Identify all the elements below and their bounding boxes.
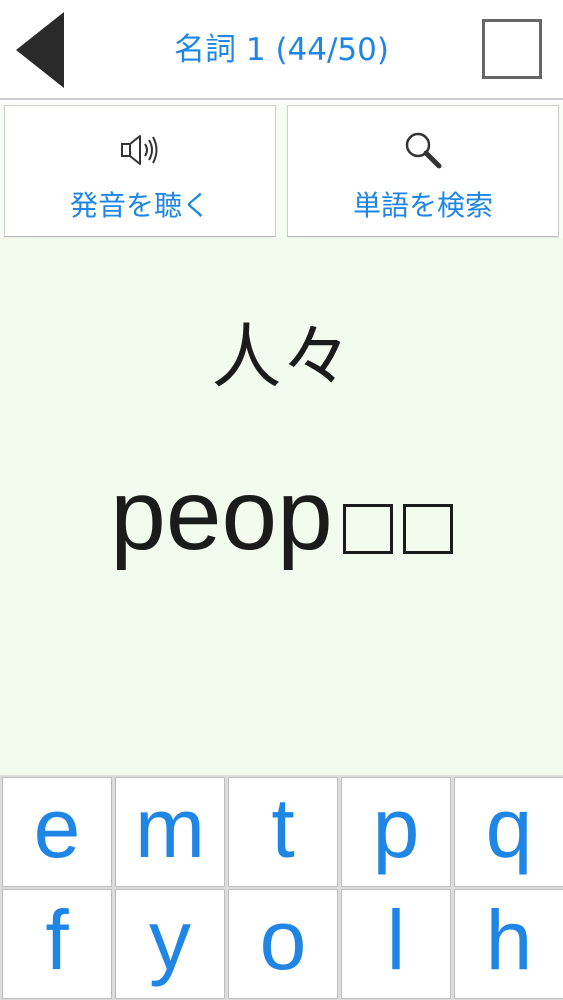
answer-blank [402,504,453,554]
key-letter[interactable]: p [341,777,451,887]
key-letter[interactable]: t [228,777,338,887]
checkbox-icon[interactable] [482,19,542,79]
key-letter[interactable]: h [454,889,563,999]
key-letter[interactable]: f [2,889,112,999]
header-bar: 名詞 1 (44/50) [0,0,563,100]
search-label: 単語を検索 [352,189,493,222]
key-letter[interactable]: q [454,777,563,887]
magnifier-icon [399,128,447,172]
key-letter[interactable]: e [2,777,112,887]
search-button[interactable]: 単語を検索 [287,105,559,237]
answer-typed-letters: peop [110,459,333,571]
key-letter[interactable]: o [228,889,338,999]
listen-label: 発音を聴く [69,189,210,222]
back-triangle-icon[interactable] [12,10,68,90]
actions-row: 発音を聴く 単語を検索 [0,102,563,238]
answer-blank [342,504,393,554]
listen-button[interactable]: 発音を聴く [4,105,276,237]
japanese-word: 人々 [211,316,352,398]
key-letter[interactable]: y [115,889,225,999]
key-letter[interactable]: l [341,889,451,999]
speaker-icon [116,128,164,172]
page-title: 名詞 1 (44/50) [174,32,389,68]
letter-keyboard: e m t p q f y o l h [0,775,563,1000]
answer-line: peop [0,460,563,570]
key-letter[interactable]: m [115,777,225,887]
